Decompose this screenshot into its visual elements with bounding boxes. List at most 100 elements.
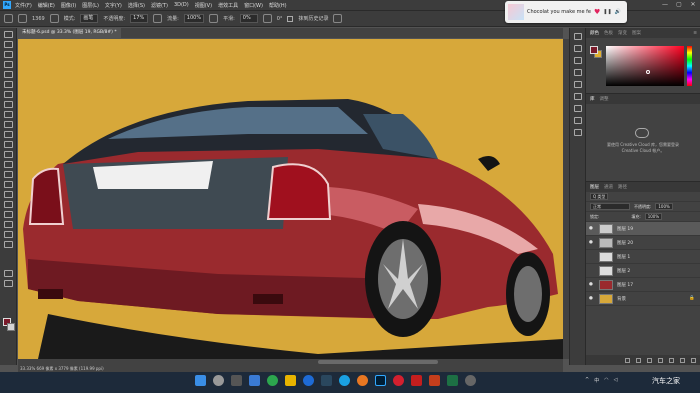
history-panel-icon[interactable] (573, 33, 582, 40)
wifi-icon[interactable]: ◠ (604, 377, 608, 384)
tab-color[interactable]: 颜色 (590, 30, 599, 36)
close-icon[interactable]: ✕ (686, 0, 700, 10)
layer-row-2[interactable]: 图层 2 (586, 264, 700, 278)
tab-gradients[interactable]: 渐变 (618, 30, 627, 36)
tab-adjustments[interactable]: 调整 (600, 96, 609, 102)
eraser-tool-icon[interactable] (18, 14, 27, 23)
maximize-icon[interactable]: ▢ (672, 0, 686, 10)
layer-name[interactable]: 图层 17 (617, 282, 633, 288)
menu-edit[interactable]: 编辑(E) (38, 2, 55, 9)
menu-filter[interactable]: 滤镜(T) (151, 2, 168, 9)
paths-panel-icon[interactable] (573, 117, 582, 124)
widgets-icon[interactable] (249, 375, 260, 386)
healing-tool-icon[interactable] (3, 101, 13, 108)
smoothing-field[interactable]: 0% (239, 14, 258, 23)
task-view-icon[interactable] (231, 375, 242, 386)
file-explorer-icon[interactable] (285, 375, 296, 386)
app-red-icon[interactable] (411, 375, 422, 386)
volume-icon[interactable]: 🔊 (615, 9, 621, 15)
airbrush-icon[interactable] (209, 14, 219, 23)
crop-tool-icon[interactable] (3, 71, 13, 78)
layer-style-icon[interactable] (636, 357, 641, 363)
photoshop-taskbar-icon[interactable] (375, 375, 386, 386)
tab-libraries[interactable]: 库 (590, 96, 595, 102)
powerpoint-icon[interactable] (429, 375, 440, 386)
visibility-eye-icon[interactable]: ● (586, 240, 596, 245)
move-tool-icon[interactable] (3, 31, 13, 38)
tab-paths[interactable]: 路径 (618, 184, 627, 190)
photoshop-logo-icon[interactable]: Ps (3, 1, 11, 9)
netease-music-icon[interactable] (393, 375, 404, 386)
pen-tool-icon[interactable] (3, 181, 13, 188)
angle-value[interactable]: 0° (277, 16, 283, 22)
layer-filter-select[interactable]: Q 类型 (590, 193, 609, 200)
shape-tool-icon[interactable] (3, 211, 13, 218)
excel-icon[interactable] (447, 375, 458, 386)
layer-name[interactable]: 图层 19 (617, 226, 633, 232)
new-layer-icon[interactable] (680, 357, 685, 363)
app-orange-icon[interactable] (357, 375, 368, 386)
steam-icon[interactable] (321, 375, 332, 386)
color-picker-cursor[interactable] (646, 70, 650, 74)
lasso-tool-icon[interactable] (3, 51, 13, 58)
menu-image[interactable]: 图像(I) (61, 2, 76, 9)
add-mask-icon[interactable] (647, 357, 652, 363)
properties-panel-icon[interactable] (573, 45, 582, 52)
layer-name[interactable]: 图层 2 (617, 268, 630, 274)
layer-name[interactable]: 背景 (617, 296, 626, 302)
panel-menu-icon[interactable]: ≡ (693, 31, 697, 36)
visibility-eye-icon[interactable]: ● (586, 296, 596, 301)
paragraph-panel-icon[interactable] (573, 93, 582, 100)
canvas[interactable] (18, 39, 563, 359)
layer-name[interactable]: 图层 1 (617, 254, 630, 260)
blur-tool-icon[interactable] (3, 161, 13, 168)
brush-size-value[interactable]: 1369 (32, 16, 45, 22)
menu-view[interactable]: 视图(V) (195, 2, 212, 9)
marquee-tool-icon[interactable] (3, 41, 13, 48)
tab-channels[interactable]: 通道 (604, 184, 613, 190)
pressure-size-icon[interactable] (333, 14, 343, 23)
app-gray-icon[interactable] (465, 375, 476, 386)
layer-row-17[interactable]: ● 图层 17 (586, 278, 700, 292)
background-color-swatch[interactable] (7, 323, 15, 331)
home-icon[interactable] (4, 14, 13, 23)
menu-type[interactable]: 文字(Y) (105, 2, 122, 9)
menu-window[interactable]: 窗口(W) (244, 2, 263, 9)
history-brush-tool-icon[interactable] (3, 131, 13, 138)
layer-opacity-field[interactable]: 100% (655, 203, 673, 210)
volume-tray-icon[interactable]: ◁ (614, 377, 618, 384)
pressure-opacity-icon[interactable] (153, 14, 163, 23)
layer-name[interactable]: 图层 20 (617, 240, 633, 246)
brush-settings-icon[interactable] (49, 14, 59, 23)
blend-mode-select[interactable]: 正常 (590, 203, 630, 210)
hand-tool-icon[interactable] (3, 221, 13, 228)
erase-to-history-checkbox[interactable] (287, 15, 294, 22)
tab-layers[interactable]: 图层 (590, 184, 599, 190)
mode-select[interactable]: 画笔 (80, 14, 99, 23)
visibility-eye-icon[interactable]: ● (586, 226, 596, 231)
zoom-tool-icon[interactable] (3, 231, 13, 238)
screen-mode-icon[interactable] (3, 280, 13, 287)
menu-3d[interactable]: 3D(D) (174, 2, 189, 8)
gradient-tool-icon[interactable] (3, 151, 13, 158)
edge-icon[interactable] (267, 375, 278, 386)
new-group-icon[interactable] (669, 357, 674, 363)
heart-icon[interactable]: ♥ (594, 8, 600, 16)
layer-row-19[interactable]: ● 图层 19 (586, 222, 700, 236)
language-indicator[interactable]: 中 (594, 377, 599, 384)
frame-tool-icon[interactable] (3, 81, 13, 88)
layer-row-1[interactable]: 图层 1 (586, 250, 700, 264)
eraser-tool-icon[interactable] (3, 141, 13, 148)
flow-field[interactable]: 100% (183, 14, 205, 23)
adjustment-layer-icon[interactable] (658, 357, 663, 363)
fill-field[interactable]: 100% (644, 213, 663, 220)
actions-panel-icon[interactable] (573, 129, 582, 136)
clone-stamp-tool-icon[interactable] (3, 121, 13, 128)
start-icon[interactable] (195, 375, 206, 386)
opacity-field[interactable]: 17% (130, 14, 149, 23)
hue-slider[interactable] (687, 46, 692, 86)
document-tab[interactable]: 未标题-6.psd @ 33.3% (图层 19, RGB/8#) * (18, 28, 121, 38)
layer-row-20[interactable]: ● 图层 20 (586, 236, 700, 250)
color-picker-field[interactable] (606, 46, 684, 86)
more-tools-icon[interactable] (3, 241, 13, 248)
